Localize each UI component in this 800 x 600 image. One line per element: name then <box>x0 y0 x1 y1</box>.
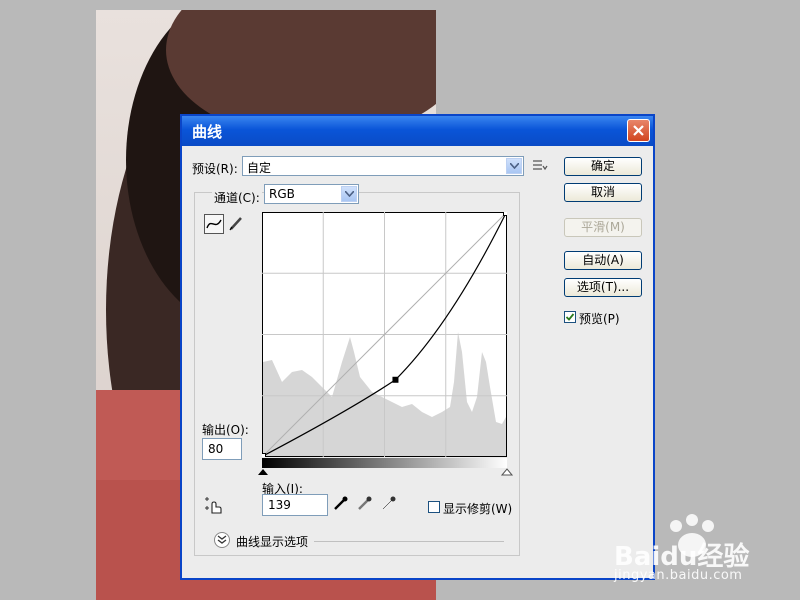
hand-target-icon <box>205 497 222 514</box>
curve-tool-icon <box>206 219 222 229</box>
watermark-url: jingyan.baidu.com <box>614 568 743 583</box>
gray-eyedropper-icon <box>358 496 372 510</box>
dialog-title: 曲线 <box>192 123 223 141</box>
curve-graph[interactable] <box>260 210 509 459</box>
curves-dialog: 曲线 预设(R): 自定 确定 取消 平滑(M) 自动(A) 选项(T)... … <box>180 114 655 580</box>
close-icon <box>633 125 644 136</box>
output-label: 输出(O): <box>202 423 249 437</box>
options-button[interactable]: 选项(T)... <box>564 278 642 297</box>
white-eyedropper-tool[interactable] <box>380 494 400 514</box>
black-point-slider-icon[interactable] <box>257 468 269 476</box>
preset-options-icon[interactable] <box>532 158 552 178</box>
channel-value: RGB <box>269 187 295 201</box>
curve-control-point[interactable] <box>392 376 399 383</box>
preview-checkbox[interactable] <box>564 311 576 323</box>
preset-label: 预设(R): <box>192 162 238 176</box>
curve-display-options-label: 曲线显示选项 <box>236 535 309 549</box>
auto-button[interactable]: 自动(A) <box>564 251 642 270</box>
curve-point-tool[interactable] <box>204 214 224 234</box>
chevron-down-icon <box>506 158 522 174</box>
white-point-slider-icon[interactable] <box>501 468 513 476</box>
input-gradient-bar <box>262 458 507 468</box>
preview-label: 预览(P) <box>579 312 620 326</box>
smooth-button[interactable]: 平滑(M) <box>564 218 642 237</box>
title-bar[interactable]: 曲线 <box>182 116 653 146</box>
ok-button[interactable]: 确定 <box>564 157 642 176</box>
options-divider <box>314 541 504 542</box>
show-clipping-label: 显示修剪(W) <box>443 502 513 516</box>
black-eyedropper-icon <box>334 496 348 510</box>
curve-control-point[interactable] <box>503 210 509 216</box>
pencil-tool[interactable] <box>227 214 247 234</box>
gray-eyedropper-tool[interactable] <box>356 494 376 514</box>
baidu-jingyan-watermark: Baidu经验 jingyan.baidu.com <box>612 512 792 592</box>
preset-value: 自定 <box>247 161 272 175</box>
black-eyedropper-tool[interactable] <box>332 494 352 514</box>
channel-dropdown[interactable]: RGB <box>264 184 359 204</box>
expand-options-button[interactable] <box>214 532 230 548</box>
close-button[interactable] <box>627 119 650 142</box>
input-field[interactable]: 139 <box>262 494 328 516</box>
checkmark-icon <box>565 313 575 321</box>
preset-dropdown[interactable]: 自定 <box>242 156 524 176</box>
pencil-icon <box>229 217 242 231</box>
cancel-button[interactable]: 取消 <box>564 183 642 202</box>
output-field[interactable]: 80 <box>202 438 242 460</box>
chevron-down-icon <box>341 186 357 202</box>
white-eyedropper-icon <box>382 496 396 510</box>
channel-label: 通道(C): <box>212 189 262 206</box>
curve-control-point[interactable] <box>260 453 266 459</box>
double-chevron-down-icon <box>217 535 227 544</box>
show-clipping-checkbox[interactable] <box>428 501 440 513</box>
target-adjustment-tool[interactable] <box>204 495 224 515</box>
